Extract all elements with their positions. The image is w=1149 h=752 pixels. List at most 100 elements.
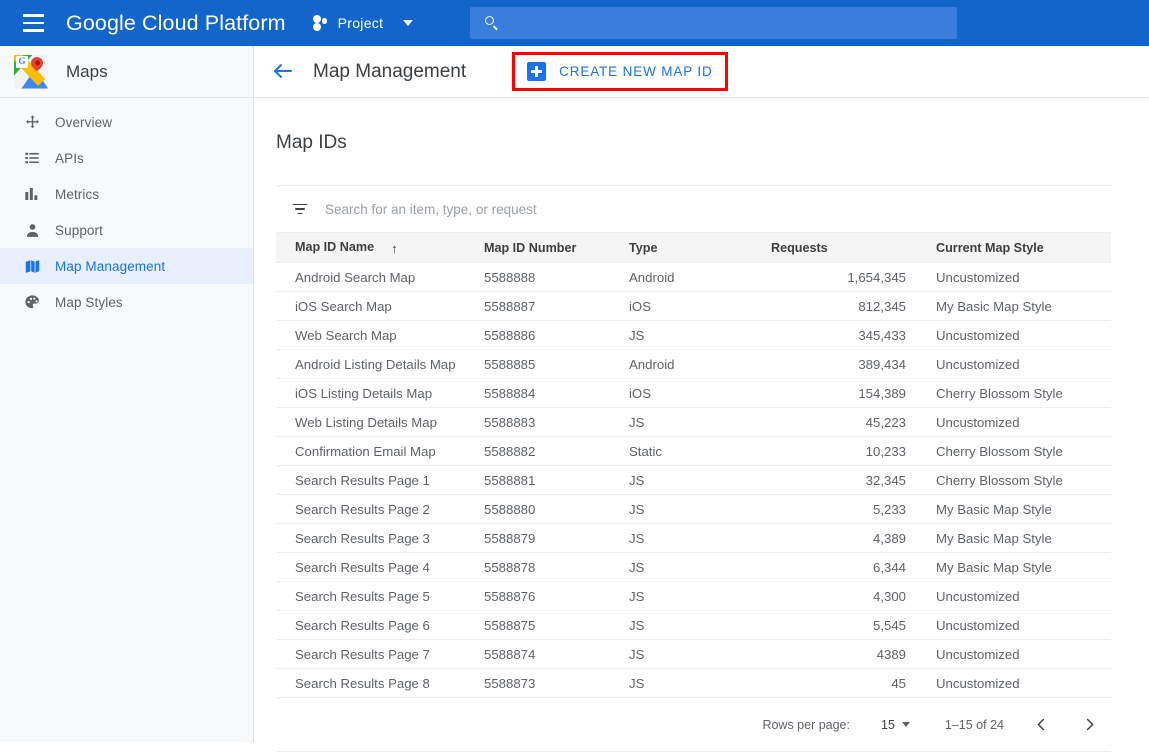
cell-map-id-number: 5588882: [484, 436, 629, 466]
main-content: Map Management CREATE NEW MAP ID Map IDs: [254, 46, 1149, 752]
hamburger-icon[interactable]: [10, 0, 56, 46]
table-header-row: Map ID Name ↑ Map ID Number Type Requests…: [276, 232, 1111, 263]
cell-type: JS: [629, 407, 771, 437]
cell-map-id-name: Web Search Map: [276, 320, 484, 350]
hamburger-line: [22, 21, 44, 25]
cell-map-id-number: 5588884: [484, 378, 629, 408]
table-row[interactable]: Android Listing Details Map 5588885 Androi…: [276, 349, 1111, 379]
cell-type: JS: [629, 581, 771, 611]
brand-cloud-platform: Cloud Platform: [135, 10, 286, 35]
cell-current-map-style: Cherry Blossom Style: [926, 378, 1111, 408]
sidebar-item-overview[interactable]: Overview: [0, 104, 253, 140]
brand-title[interactable]: Google Cloud Platform: [66, 11, 286, 36]
next-page-button[interactable]: [1078, 714, 1100, 736]
chevron-down-icon: [901, 722, 910, 727]
sidebar: G Maps Overview APIs Metrics Support Map…: [0, 46, 254, 742]
table-row[interactable]: Web Listing Details Map 5588883 JS 45,223 Un…: [276, 407, 1111, 437]
top-app-bar: Google Cloud Platform Project: [0, 0, 1149, 46]
table-row[interactable]: Confirmation Email Map 5588882 Static 10,23…: [276, 436, 1111, 466]
table-row[interactable]: Search Results Page 2 5588880 JS 5,233 My Ba…: [276, 494, 1111, 524]
cell-map-id-name: Search Results Page 8: [276, 668, 484, 698]
cell-requests: 5,233: [771, 494, 926, 524]
cell-map-id-name: Search Results Page 2: [276, 494, 484, 524]
table-row[interactable]: Search Results Page 4 5588878 JS 6,344 My Ba…: [276, 552, 1111, 582]
cell-map-id-number: 5588881: [484, 465, 629, 495]
cell-type: JS: [629, 320, 771, 350]
table-body: Android Search Map 5588888 Android 1,654,34…: [276, 262, 1111, 698]
cell-current-map-style: Uncustomized: [926, 320, 1111, 350]
back-arrow-icon[interactable]: [271, 59, 297, 85]
global-search-box[interactable]: [470, 7, 957, 39]
cell-type: iOS: [629, 291, 771, 321]
rows-per-page-label: Rows per page:: [762, 717, 850, 732]
previous-page-button[interactable]: [1030, 714, 1052, 736]
pagination-bar: Rows per page: 15 1–15 of 24: [276, 698, 1111, 752]
cell-current-map-style: Uncustomized: [926, 581, 1111, 611]
table-row[interactable]: Search Results Page 6 5588875 JS 5,545 Uncus…: [276, 610, 1111, 640]
table-row[interactable]: Search Results Page 5 5588876 JS 4,300 Uncus…: [276, 581, 1111, 611]
cell-map-id-number: 5588876: [484, 581, 629, 611]
cell-current-map-style: Uncustomized: [926, 668, 1111, 698]
cell-map-id-number: 5588888: [484, 262, 629, 292]
cell-current-map-style: Uncustomized: [926, 639, 1111, 669]
global-search-input[interactable]: [510, 15, 957, 31]
table-row[interactable]: Search Results Page 7 5588874 JS 4389 Uncust…: [276, 639, 1111, 669]
table-row[interactable]: Search Results Page 3 5588879 JS 4,389 My Ba…: [276, 523, 1111, 553]
cell-requests: 5,545: [771, 610, 926, 640]
cell-map-id-number: 5588883: [484, 407, 629, 437]
cell-map-id-number: 5588885: [484, 349, 629, 379]
project-selector[interactable]: Project: [312, 0, 414, 46]
cell-current-map-style: My Basic Map Style: [926, 552, 1111, 582]
sidebar-item-label: Metrics: [55, 186, 100, 202]
table-row[interactable]: Web Search Map 5588886 JS 345,433 Uncustomiz…: [276, 320, 1111, 350]
sidebar-item-label: Support: [55, 222, 103, 238]
sidebar-item-metrics[interactable]: Metrics: [0, 176, 253, 212]
cell-requests: 6,344: [771, 552, 926, 582]
table-row[interactable]: Android Search Map 5588888 Android 1,654,34…: [276, 262, 1111, 292]
filter-list-icon[interactable]: [290, 200, 309, 219]
sidebar-item-support[interactable]: Support: [0, 212, 253, 248]
rows-per-page-select[interactable]: 15: [881, 718, 910, 732]
sidebar-item-apis[interactable]: APIs: [0, 140, 253, 176]
sidebar-item-label: APIs: [55, 150, 84, 166]
cell-map-id-name: Search Results Page 1: [276, 465, 484, 495]
rows-per-page-value: 15: [881, 717, 895, 732]
cell-type: Android: [629, 349, 771, 379]
sidebar-product-header[interactable]: G Maps: [0, 46, 253, 98]
table-row[interactable]: iOS Search Map 5588887 iOS 812,345 My Basic …: [276, 291, 1111, 321]
column-header-current-map-style[interactable]: Current Map Style: [926, 232, 1111, 263]
sidebar-item-map-management[interactable]: Map Management: [0, 248, 253, 284]
column-header-map-id-number[interactable]: Map ID Number: [484, 232, 629, 263]
page-header: Map Management CREATE NEW MAP ID: [254, 46, 1149, 98]
project-label: Project: [337, 15, 384, 31]
column-header-map-id-name[interactable]: Map ID Name ↑: [276, 232, 484, 263]
cell-type: JS: [629, 523, 771, 553]
cell-requests: 4389: [771, 639, 926, 669]
section-title: Map IDs: [276, 132, 347, 153]
cell-type: iOS: [629, 378, 771, 408]
create-button-label: CREATE NEW MAP ID: [559, 64, 713, 79]
cell-map-id-number: 5588874: [484, 639, 629, 669]
chevron-down-icon[interactable]: [403, 20, 414, 26]
sidebar-item-map-styles[interactable]: Map Styles: [0, 284, 253, 320]
google-maps-logo-icon: G: [14, 54, 48, 89]
sort-ascending-icon[interactable]: ↑: [391, 242, 398, 255]
table-row[interactable]: iOS Listing Details Map 5588884 iOS 154,389…: [276, 378, 1111, 408]
column-header-type[interactable]: Type: [629, 232, 771, 263]
create-new-map-id-button[interactable]: CREATE NEW MAP ID: [521, 59, 718, 84]
column-header-requests[interactable]: Requests: [771, 232, 926, 263]
cell-map-id-number: 5588878: [484, 552, 629, 582]
sidebar-item-label: Overview: [55, 114, 113, 130]
plus-square-icon: [527, 62, 547, 81]
table-row[interactable]: Search Results Page 8 5588873 JS 45 Uncustom…: [276, 668, 1111, 698]
cell-requests: 32,345: [771, 465, 926, 495]
map-icon: [21, 256, 43, 276]
cell-type: JS: [629, 668, 771, 698]
cell-current-map-style: My Basic Map Style: [926, 291, 1111, 321]
cell-map-id-name: Search Results Page 4: [276, 552, 484, 582]
cell-type: JS: [629, 465, 771, 495]
search-input[interactable]: [325, 201, 1111, 217]
table-row[interactable]: Search Results Page 1 5588881 JS 32,345 Cher…: [276, 465, 1111, 495]
project-dots-icon: [312, 14, 331, 32]
brand-google: Google: [66, 10, 136, 35]
